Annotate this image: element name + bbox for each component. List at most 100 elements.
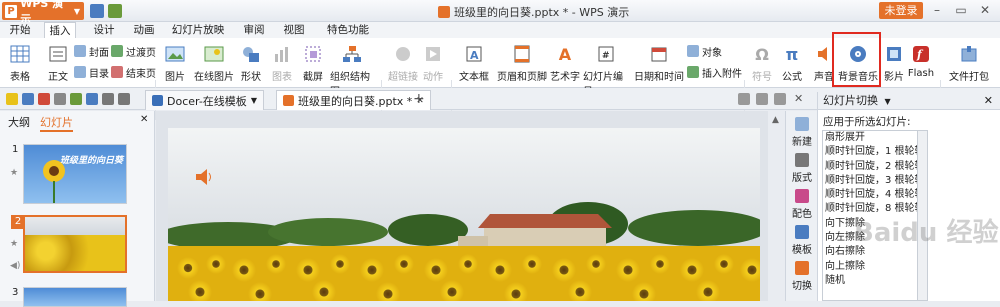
- picture-label: 图片: [165, 72, 185, 83]
- restore-icon[interactable]: ▭: [952, 2, 970, 19]
- slide-editor: [156, 111, 768, 301]
- package-button[interactable]: 文件打包: [945, 38, 993, 83]
- star-icon: ★: [10, 168, 19, 178]
- close-icon[interactable]: ✕: [794, 92, 803, 105]
- new-slide-button[interactable]: 新建: [786, 117, 818, 148]
- textbox-button[interactable]: A 文本框: [455, 38, 493, 83]
- tab-special[interactable]: 特色功能: [320, 22, 376, 38]
- save-icon[interactable]: [22, 93, 34, 105]
- close-icon[interactable]: ✕: [140, 114, 148, 125]
- login-button[interactable]: 未登录: [879, 2, 923, 19]
- sunflower-field-image: [25, 235, 125, 271]
- tab-current-document[interactable]: 班级里的向日葵.pptx * ✕: [276, 90, 431, 110]
- list-item[interactable]: 顺时针回旋，2 根轮辐: [823, 160, 917, 174]
- template-button[interactable]: 模板: [786, 225, 818, 256]
- new-slide-label: 新建: [792, 137, 812, 148]
- tab-docer-templates[interactable]: Docer-在线模板 ▼: [145, 90, 264, 110]
- flash-button[interactable]: f Flash: [906, 38, 936, 79]
- list-item[interactable]: 扇形展开: [823, 131, 917, 145]
- screenshot-button[interactable]: 截屏: [298, 38, 328, 83]
- cover-button[interactable]: 封面: [74, 43, 109, 59]
- layout-icon[interactable]: [756, 93, 768, 105]
- list-item[interactable]: 随机: [823, 274, 917, 288]
- close-icon[interactable]: ✕: [984, 92, 993, 110]
- film-icon: [883, 43, 905, 65]
- chart-button[interactable]: 图表: [268, 38, 296, 83]
- date-time-label: 日期和时间: [634, 72, 684, 83]
- print-icon[interactable]: [54, 93, 66, 105]
- end-page-button[interactable]: 结束页: [111, 64, 156, 80]
- flash-icon: f: [910, 43, 932, 65]
- package-label: 文件打包: [949, 72, 989, 83]
- tab-outline[interactable]: 大纲: [8, 114, 30, 130]
- undo-icon[interactable]: [102, 93, 114, 105]
- list-item[interactable]: 顺时针回旋，1 根轮辐: [823, 145, 917, 159]
- wordart-icon: A: [558, 44, 572, 64]
- new-tab-icon[interactable]: +: [413, 91, 425, 107]
- wordart-button[interactable]: A 艺术字: [549, 38, 581, 84]
- close-icon[interactable]: ✕: [976, 2, 994, 19]
- panel-header[interactable]: 幻灯片切换 ▼ ✕: [818, 92, 1000, 110]
- view-icon[interactable]: [774, 93, 786, 105]
- tab-home[interactable]: 开始: [4, 22, 36, 38]
- scroll-up-icon[interactable]: ▲: [772, 115, 779, 125]
- layout-icon: [795, 153, 809, 167]
- layout-button[interactable]: 版式: [786, 153, 818, 184]
- body-button[interactable]: 正文: [44, 38, 72, 83]
- preview-icon[interactable]: [70, 93, 82, 105]
- slide-thumbnail-2[interactable]: [23, 215, 127, 273]
- object-button[interactable]: 对象: [687, 43, 722, 59]
- new-slide-icon: [795, 117, 809, 131]
- date-time-button[interactable]: 日期和时间: [633, 38, 685, 83]
- docer-icon: [152, 95, 163, 106]
- toc-button[interactable]: 目录: [74, 64, 109, 80]
- tab-slideshow[interactable]: 幻灯片放映: [168, 22, 228, 38]
- slide-canvas[interactable]: [168, 128, 760, 301]
- transition-page-button[interactable]: 过渡页: [111, 43, 156, 59]
- chart-label: 图表: [272, 72, 292, 83]
- transition-button[interactable]: 切换: [786, 261, 818, 292]
- tab-slides[interactable]: 幻灯片: [40, 114, 73, 132]
- list-item[interactable]: 顺时针回旋，3 根轮辐: [823, 174, 917, 188]
- movie-button[interactable]: 影片: [882, 38, 906, 83]
- picture-button[interactable]: 图片: [160, 38, 190, 83]
- pdf-icon[interactable]: [38, 93, 50, 105]
- cover-label: 封面: [89, 47, 109, 59]
- tab-insert[interactable]: 插入: [44, 22, 76, 39]
- tab-design[interactable]: 设计: [88, 22, 120, 38]
- online-picture-button[interactable]: 在线图片: [194, 38, 234, 83]
- apply-label: 应用于所选幻灯片:: [823, 116, 911, 128]
- hyperlink-button[interactable]: 超链接: [386, 38, 420, 83]
- transition-label: 切换: [792, 281, 812, 292]
- shape-button[interactable]: 形状: [236, 38, 266, 83]
- transition-page-icon: [111, 45, 123, 57]
- pin-icon[interactable]: [738, 93, 750, 105]
- tab-animation[interactable]: 动画: [128, 22, 160, 38]
- slide-thumbnail-1[interactable]: 班级里的向日葵: [23, 144, 127, 204]
- template-label: 模板: [792, 245, 812, 256]
- format-painter-icon[interactable]: [86, 93, 98, 105]
- org-chart-icon: [341, 43, 363, 65]
- tab-view[interactable]: 视图: [278, 22, 310, 38]
- action-button[interactable]: 动作: [420, 38, 446, 83]
- redo-icon[interactable]: [118, 93, 130, 105]
- app-menu-button[interactable]: P WPS 演示 ▼: [2, 0, 84, 26]
- scrollbar[interactable]: ▲: [769, 111, 785, 301]
- toc-label: 目录: [89, 68, 109, 80]
- table-button[interactable]: 表格: [4, 38, 36, 83]
- open-folder-icon[interactable]: [6, 93, 18, 105]
- tab-review[interactable]: 审阅: [238, 22, 270, 38]
- color-scheme-button[interactable]: 配色: [786, 189, 818, 220]
- formula-button[interactable]: π 公式: [778, 38, 806, 84]
- list-item[interactable]: 向上擦除: [823, 260, 917, 274]
- panel-title: 幻灯片切换: [823, 94, 878, 107]
- slide-thumbnail-3[interactable]: [23, 287, 127, 307]
- header-footer-button[interactable]: 页眉和页脚: [497, 38, 547, 83]
- symbol-button[interactable]: Ω 符号: [748, 38, 776, 84]
- list-item[interactable]: 顺时针回旋，4 根轮辐: [823, 188, 917, 202]
- undo-icon[interactable]: [108, 4, 122, 18]
- attachment-button[interactable]: 插入附件: [687, 64, 742, 80]
- save-icon[interactable]: [90, 4, 104, 18]
- minimize-icon[interactable]: –: [928, 2, 946, 19]
- speaker-icon[interactable]: [194, 168, 216, 186]
